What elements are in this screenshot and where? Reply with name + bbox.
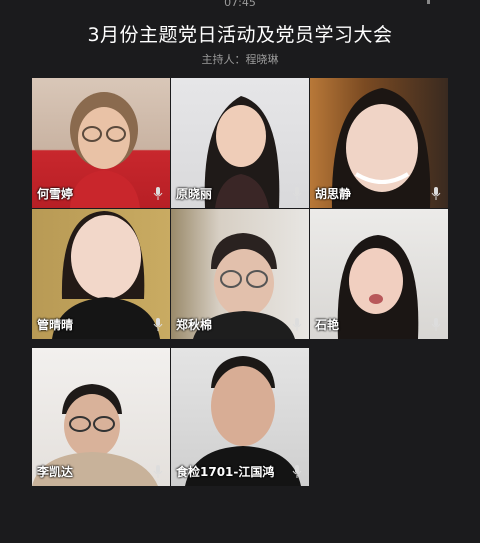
participant-tile[interactable]: 何雪婷 <box>32 78 170 208</box>
participant-name: 管晴晴 <box>37 318 74 332</box>
participant-tile[interactable]: 石艳 <box>310 209 448 339</box>
participant-name: 胡思静 <box>315 187 352 201</box>
mic-icon[interactable] <box>152 187 164 201</box>
participant-tile[interactable]: 胡思静 <box>310 78 448 208</box>
mic-icon[interactable] <box>291 318 303 332</box>
participant-tile[interactable]: 原晓丽 <box>171 78 309 208</box>
status-bar-time: 07:45 <box>224 0 256 9</box>
mic-icon[interactable] <box>430 318 442 332</box>
mic-icon[interactable] <box>152 318 164 332</box>
status-indicator-icon <box>427 0 430 4</box>
mic-icon[interactable] <box>291 187 303 201</box>
meeting-host: 主持人：程晓琳 <box>201 53 279 66</box>
participant-name: 何雪婷 <box>37 187 74 201</box>
participant-name: 李凯达 <box>37 465 74 479</box>
meeting-title: 3月份主题党日活动及党员学习大会 <box>87 24 393 46</box>
participant-video-grid: 何雪婷 原晓丽 胡思静 管晴晴 郑秋棉 石艳 李凯达 食检1701-江国鸿 <box>32 78 448 486</box>
participant-name: 郑秋棉 <box>176 318 213 332</box>
participant-name: 食检1701-江国鸿 <box>176 465 275 479</box>
mic-icon[interactable] <box>152 465 164 479</box>
participant-tile[interactable]: 郑秋棉 <box>171 209 309 339</box>
mic-icon[interactable] <box>430 187 442 201</box>
participant-tile[interactable]: 管晴晴 <box>32 209 170 339</box>
mic-icon[interactable] <box>291 465 303 479</box>
participant-tile[interactable]: 食检1701-江国鸿 <box>171 348 309 486</box>
participant-name: 原晓丽 <box>176 187 213 201</box>
participant-name: 石艳 <box>315 318 340 332</box>
participant-tile[interactable]: 李凯达 <box>32 348 170 486</box>
